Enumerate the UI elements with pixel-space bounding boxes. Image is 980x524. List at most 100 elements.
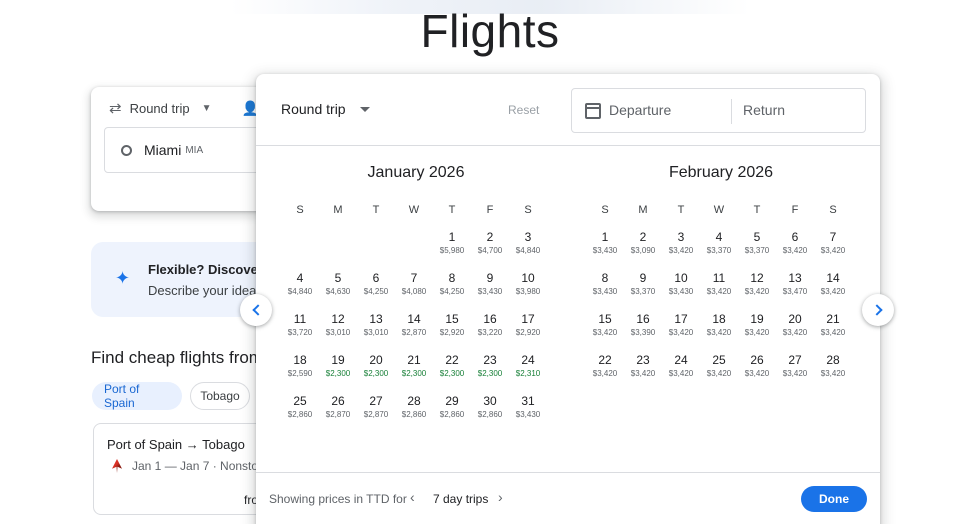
day-cell[interactable]: 12 $3,420 xyxy=(738,269,776,310)
day-cell[interactable]: 10 $3,980 xyxy=(509,269,547,310)
day-price: $4,700 xyxy=(477,246,503,255)
day-price: $3,470 xyxy=(782,287,808,296)
day-number: 17 xyxy=(521,312,535,326)
day-number: 26 xyxy=(331,394,345,408)
day-price: $3,980 xyxy=(515,287,541,296)
day-cell[interactable]: 14 $3,420 xyxy=(814,269,852,310)
departure-input[interactable]: Departure xyxy=(609,102,671,118)
day-cell[interactable]: 29 $2,860 xyxy=(433,392,471,433)
day-cell[interactable]: 4 $3,370 xyxy=(700,228,738,269)
day-cell[interactable]: 26 $3,420 xyxy=(738,351,776,392)
day-cell[interactable]: 22 $3,420 xyxy=(586,351,624,392)
day-cell[interactable]: 18 $3,420 xyxy=(700,310,738,351)
day-cell[interactable]: 28 $2,860 xyxy=(395,392,433,433)
day-cell[interactable]: 4 $4,840 xyxy=(281,269,319,310)
day-cell[interactable]: 31 $3,430 xyxy=(509,392,547,433)
day-cell[interactable]: 13 $3,470 xyxy=(776,269,814,310)
return-input[interactable]: Return xyxy=(743,102,785,118)
weekday-label: W xyxy=(408,204,420,216)
day-cell[interactable]: 11 $3,720 xyxy=(281,310,319,351)
day-cell[interactable]: 25 $2,860 xyxy=(281,392,319,433)
day-cell[interactable]: 6 $4,250 xyxy=(357,269,395,310)
day-cell[interactable]: 10 $3,430 xyxy=(662,269,700,310)
day-cell[interactable]: 1 $5,980 xyxy=(433,228,471,269)
day-price: $2,870 xyxy=(363,410,389,419)
day-price: $3,010 xyxy=(325,328,351,337)
day-cell[interactable]: 3 $4,840 xyxy=(509,228,547,269)
day-cell[interactable]: 14 $2,870 xyxy=(395,310,433,351)
day-number: 13 xyxy=(788,271,802,285)
day-cell[interactable]: 20 $2,300 xyxy=(357,351,395,392)
day-number: 23 xyxy=(483,353,497,367)
day-cell[interactable]: 11 $3,420 xyxy=(700,269,738,310)
trip-length-prev-icon[interactable]: ‹ xyxy=(410,489,415,505)
day-cell[interactable]: 17 $3,420 xyxy=(662,310,700,351)
day-cell[interactable]: 22 $2,300 xyxy=(433,351,471,392)
day-empty xyxy=(395,228,433,269)
picker-trip-type-select[interactable]: Round trip xyxy=(281,101,370,117)
day-cell[interactable]: 19 $3,420 xyxy=(738,310,776,351)
day-number: 19 xyxy=(331,353,345,367)
day-cell[interactable]: 25 $3,420 xyxy=(700,351,738,392)
day-cell[interactable]: 18 $2,590 xyxy=(281,351,319,392)
day-number: 16 xyxy=(636,312,650,326)
day-number: 12 xyxy=(750,271,764,285)
trip-type-label[interactable]: Round trip xyxy=(130,101,190,116)
day-cell[interactable]: 27 $2,870 xyxy=(357,392,395,433)
day-cell[interactable]: 3 $3,420 xyxy=(662,228,700,269)
day-cell[interactable]: 2 $3,090 xyxy=(624,228,662,269)
price-currency-note: Showing prices in TTD for xyxy=(269,492,407,506)
day-number: 13 xyxy=(369,312,383,326)
day-cell[interactable]: 5 $3,370 xyxy=(738,228,776,269)
day-cell[interactable]: 5 $4,630 xyxy=(319,269,357,310)
day-price: $2,870 xyxy=(325,410,351,419)
day-number: 4 xyxy=(715,230,723,244)
result-route: Port of Spain → Tobago xyxy=(107,437,245,452)
day-number: 21 xyxy=(407,353,421,367)
day-cell[interactable]: 7 $4,080 xyxy=(395,269,433,310)
day-cell[interactable]: 23 $2,300 xyxy=(471,351,509,392)
next-month-button[interactable] xyxy=(862,294,894,326)
day-cell[interactable]: 24 $2,310 xyxy=(509,351,547,392)
day-cell[interactable]: 8 $4,250 xyxy=(433,269,471,310)
day-cell[interactable]: 1 $3,430 xyxy=(586,228,624,269)
day-cell[interactable]: 8 $3,430 xyxy=(586,269,624,310)
reset-button[interactable]: Reset xyxy=(508,103,539,117)
day-number: 22 xyxy=(445,353,459,367)
day-cell[interactable]: 9 $3,370 xyxy=(624,269,662,310)
day-cell[interactable]: 20 $3,420 xyxy=(776,310,814,351)
day-cell[interactable]: 15 $2,920 xyxy=(433,310,471,351)
day-cell[interactable]: 7 $3,420 xyxy=(814,228,852,269)
day-cell[interactable]: 9 $3,430 xyxy=(471,269,509,310)
day-cell[interactable]: 19 $2,300 xyxy=(319,351,357,392)
prev-month-button[interactable] xyxy=(240,294,272,326)
day-cell[interactable]: 17 $2,920 xyxy=(509,310,547,351)
day-cell[interactable]: 24 $3,420 xyxy=(662,351,700,392)
day-cell[interactable]: 21 $3,420 xyxy=(814,310,852,351)
day-cell[interactable]: 27 $3,420 xyxy=(776,351,814,392)
day-price: $3,430 xyxy=(477,287,503,296)
day-cell[interactable]: 16 $3,390 xyxy=(624,310,662,351)
day-cell[interactable]: 28 $3,420 xyxy=(814,351,852,392)
day-cell[interactable]: 13 $3,010 xyxy=(357,310,395,351)
day-number: 20 xyxy=(369,353,383,367)
day-cell[interactable]: 6 $3,420 xyxy=(776,228,814,269)
day-cell[interactable]: 26 $2,870 xyxy=(319,392,357,433)
day-cell[interactable]: 30 $2,860 xyxy=(471,392,509,433)
chip-port-of-spain[interactable]: Port of Spain xyxy=(92,382,182,410)
day-cell[interactable]: 2 $4,700 xyxy=(471,228,509,269)
date-range-field[interactable]: Departure Return xyxy=(571,88,866,133)
day-price: $2,860 xyxy=(287,410,313,419)
trip-length-label: 7 day trips xyxy=(433,492,489,506)
day-number: 24 xyxy=(521,353,535,367)
day-cell[interactable]: 23 $3,420 xyxy=(624,351,662,392)
day-cell[interactable]: 16 $3,220 xyxy=(471,310,509,351)
day-cell[interactable]: 15 $3,420 xyxy=(586,310,624,351)
weekday-label: S xyxy=(296,204,304,216)
done-button[interactable]: Done xyxy=(801,486,867,512)
day-number: 7 xyxy=(829,230,837,244)
day-cell[interactable]: 21 $2,300 xyxy=(395,351,433,392)
day-cell[interactable]: 12 $3,010 xyxy=(319,310,357,351)
trip-length-next-icon[interactable]: › xyxy=(498,489,503,505)
chip-tobago[interactable]: Tobago xyxy=(190,382,250,410)
